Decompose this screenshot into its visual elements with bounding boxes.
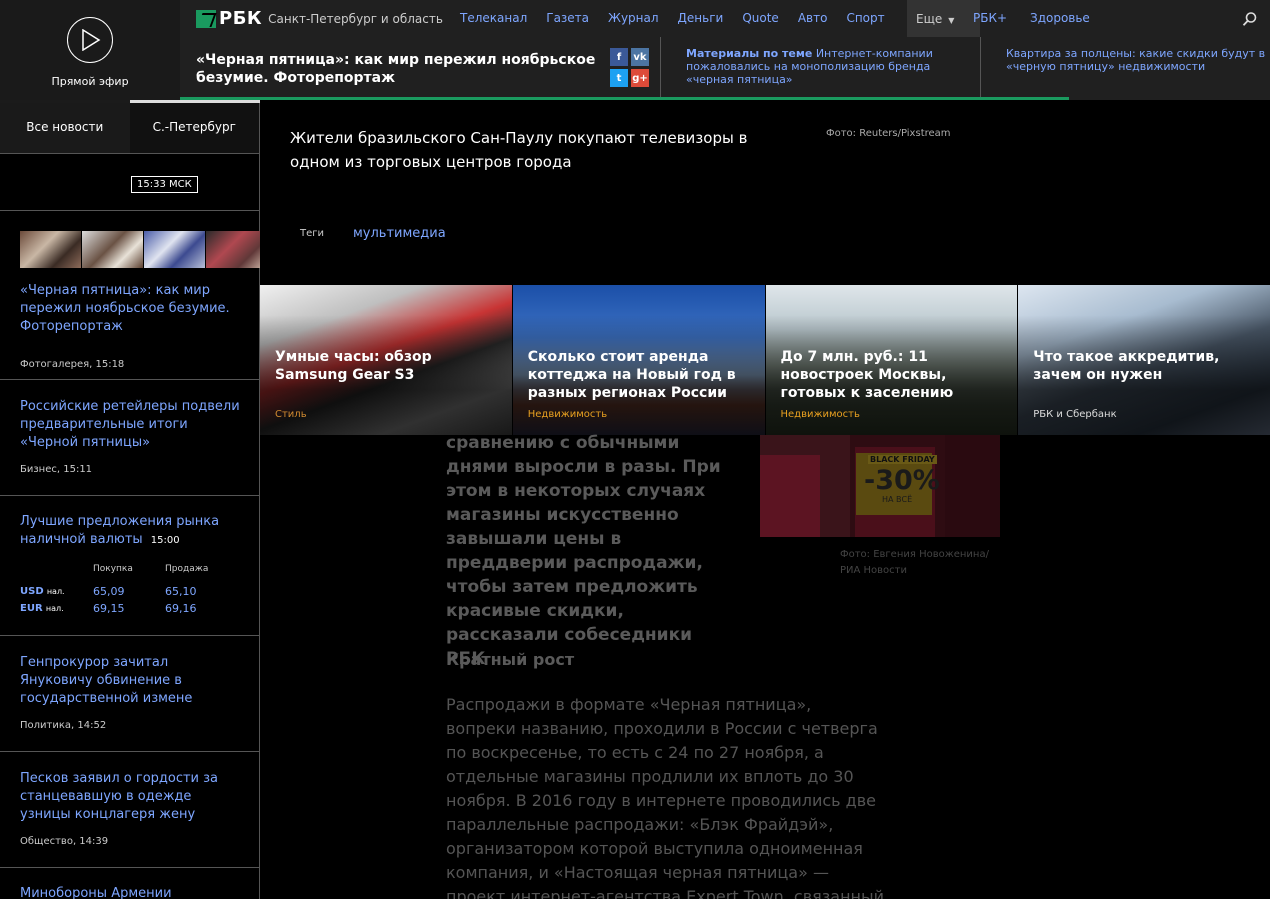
- usd-buy: 65,09: [93, 585, 125, 598]
- photo-credit: Фото: Reuters/Pixstream: [826, 128, 951, 139]
- nav-link-tv[interactable]: Телеканал: [460, 11, 527, 25]
- card-category: Недвижимость: [527, 409, 608, 420]
- promo-card[interactable]: До 7 млн. руб.: 11 новостроек Москвы, го…: [765, 285, 1018, 435]
- logo-name: РБК: [219, 8, 263, 29]
- news-title[interactable]: Генпрокурор зачитал Януковичу обвинение …: [20, 654, 240, 708]
- tab-indicator-active: [130, 100, 260, 103]
- news-title[interactable]: «Черная пятница»: как мир пережил ноябрь…: [20, 282, 240, 336]
- card-category: Недвижимость: [780, 409, 860, 420]
- sign-subtext: НА ВСЁ: [882, 495, 913, 504]
- news-title[interactable]: Минобороны Армении допустило: [20, 885, 240, 899]
- divider: [980, 37, 981, 100]
- related-materials-link[interactable]: Материалы по теме Интернет-компании пожа…: [686, 47, 956, 86]
- rbc-logo[interactable]: РБК Санкт-Петербург и область: [196, 8, 443, 29]
- divider: [660, 37, 661, 100]
- card-title: Сколько стоит аренда коттеджа на Новый г…: [527, 349, 736, 401]
- play-icon[interactable]: [67, 17, 113, 63]
- nav-link-sport[interactable]: Спорт: [846, 11, 884, 25]
- promo-card[interactable]: Сколько стоит аренда коттеджа на Новый г…: [512, 285, 765, 435]
- news-title[interactable]: Песков заявил о гордости за станцевавшую…: [20, 770, 240, 824]
- card-title: До 7 млн. руб.: 11 новостроек Москвы, го…: [780, 349, 954, 401]
- news-item[interactable]: Песков заявил о гордости за станцевавшую…: [0, 752, 259, 868]
- nav-link-money[interactable]: Деньги: [678, 11, 724, 25]
- news-meta: Политика, 14:52: [20, 720, 107, 731]
- card-category: Стиль: [275, 409, 307, 420]
- current-article-headline: «Черная пятница»: как мир пережил ноябрь…: [196, 52, 596, 86]
- nav-link-auto[interactable]: Авто: [798, 11, 828, 25]
- photo-caption-panel: Жители бразильского Сан-Паулу покупают т…: [260, 100, 1270, 285]
- eur-suffix: нал.: [45, 604, 64, 613]
- sign-percent: -30%: [864, 465, 940, 496]
- currency-time: 15:00: [150, 535, 180, 546]
- usd-code: USD: [20, 586, 44, 597]
- article-paragraph: Распродажи в формате «Черная пятница», в…: [446, 695, 885, 899]
- article-photo[interactable]: BLACK FRIDAY -30% НА ВСЁ: [760, 435, 1000, 537]
- currency-title-text: Лучшие предложения рынка наличной валюты: [20, 514, 220, 547]
- logo-mark-icon: [196, 9, 216, 28]
- nav-link-health[interactable]: Здоровье: [1030, 11, 1090, 25]
- currency-widget[interactable]: Лучшие предложения рынка наличной валюты…: [0, 496, 259, 636]
- sell-header: Продажа: [165, 564, 209, 574]
- twitter-icon[interactable]: t: [610, 69, 628, 87]
- usd-suffix: нал.: [46, 587, 65, 596]
- feed-tabs: Все новости С.-Петербург: [0, 100, 260, 154]
- card-title: Что такое аккредитив, зачем он нужен: [1033, 349, 1220, 383]
- eur-buy: 69,15: [93, 602, 125, 615]
- live-stream-block[interactable]: Прямой эфир: [0, 0, 180, 100]
- current-time: 15:33 МСК: [131, 176, 198, 193]
- more-menu[interactable]: Еще ▼: [907, 0, 980, 37]
- card-title: Умные часы: обзор Samsung Gear S3: [275, 349, 432, 383]
- promo-cards: Умные часы: обзор Samsung Gear S3 Стиль …: [260, 285, 1270, 435]
- news-meta: Фотогалерея, 15:18: [20, 359, 125, 370]
- news-feed-sidebar: Все новости С.-Петербург 15:33 МСК «Черн…: [0, 100, 267, 899]
- promo-card[interactable]: Что такое аккредитив, зачем он нужен РБК…: [1018, 285, 1270, 435]
- caret-down-icon: ▼: [948, 16, 955, 25]
- usd-label: USD нал.: [20, 586, 65, 597]
- card-category: РБК и Сбербанк: [1033, 409, 1117, 420]
- nav-link-magazine[interactable]: Журнал: [608, 11, 659, 25]
- region-label[interactable]: Санкт-Петербург и область: [268, 12, 443, 26]
- time-row: 15:33 МСК: [0, 154, 259, 211]
- usd-sell: 65,10: [165, 585, 197, 598]
- news-item[interactable]: «Черная пятница»: как мир пережил ноябрь…: [0, 211, 259, 380]
- more-label: Еще: [916, 12, 943, 26]
- social-share: f vk t g+: [610, 48, 649, 87]
- currency-title[interactable]: Лучшие предложения рынка наличной валюты…: [20, 513, 240, 550]
- article-lead: сравнению с обычными днями выросли в раз…: [446, 433, 721, 669]
- news-title[interactable]: Российские ретейлеры подвели предварител…: [20, 398, 240, 452]
- tab-indicator: [0, 100, 130, 103]
- buy-header: Покупка: [93, 564, 133, 574]
- tab-all-news[interactable]: Все новости: [0, 100, 130, 153]
- tag-link[interactable]: мультимедиа: [353, 226, 446, 241]
- news-item[interactable]: Генпрокурор зачитал Януковичу обвинение …: [0, 636, 259, 752]
- live-label: Прямой эфир: [51, 75, 129, 88]
- search-icon[interactable]: [1242, 11, 1258, 31]
- sign-text: BLACK FRIDAY: [868, 455, 937, 464]
- news-item[interactable]: Минобороны Армении допустило: [0, 868, 259, 899]
- article-photo-credit: Фото: Евгения Новоженина/РИА Новости: [840, 549, 989, 576]
- promo-card[interactable]: Умные часы: обзор Samsung Gear S3 Стиль: [260, 285, 512, 435]
- vk-icon[interactable]: vk: [631, 48, 649, 66]
- related-link-2[interactable]: Квартира за полцены: какие скидки будут …: [1006, 47, 1266, 73]
- top-navigation: РБК Санкт-Петербург и область Телеканал …: [180, 0, 1270, 37]
- tags-label: Теги: [300, 228, 325, 239]
- facebook-icon[interactable]: f: [610, 48, 628, 66]
- news-item[interactable]: Российские ретейлеры подвели предварител…: [0, 380, 259, 496]
- news-meta: Общество, 14:39: [20, 836, 109, 847]
- headline-strip: «Черная пятница»: как мир пережил ноябрь…: [180, 37, 1270, 100]
- tab-spb[interactable]: С.-Петербург: [129, 100, 259, 153]
- nav-link-newspaper[interactable]: Газета: [546, 11, 589, 25]
- google-plus-icon[interactable]: g+: [631, 69, 649, 87]
- nav-links: Телеканал Газета Журнал Деньги Quote Авт…: [460, 11, 885, 25]
- nav-link-quote[interactable]: Quote: [742, 11, 778, 25]
- nav-link-rbk-plus[interactable]: РБК+: [973, 11, 1007, 25]
- eur-sell: 69,16: [165, 602, 197, 615]
- eur-code: EUR: [20, 603, 43, 614]
- eur-label: EUR нал.: [20, 603, 64, 614]
- related-label: Материалы по теме: [686, 47, 813, 60]
- article-subhead: Кратный рост: [446, 650, 575, 669]
- news-meta: Бизнес, 15:11: [20, 464, 93, 475]
- photo-caption: Жители бразильского Сан-Паулу покупают т…: [290, 129, 748, 171]
